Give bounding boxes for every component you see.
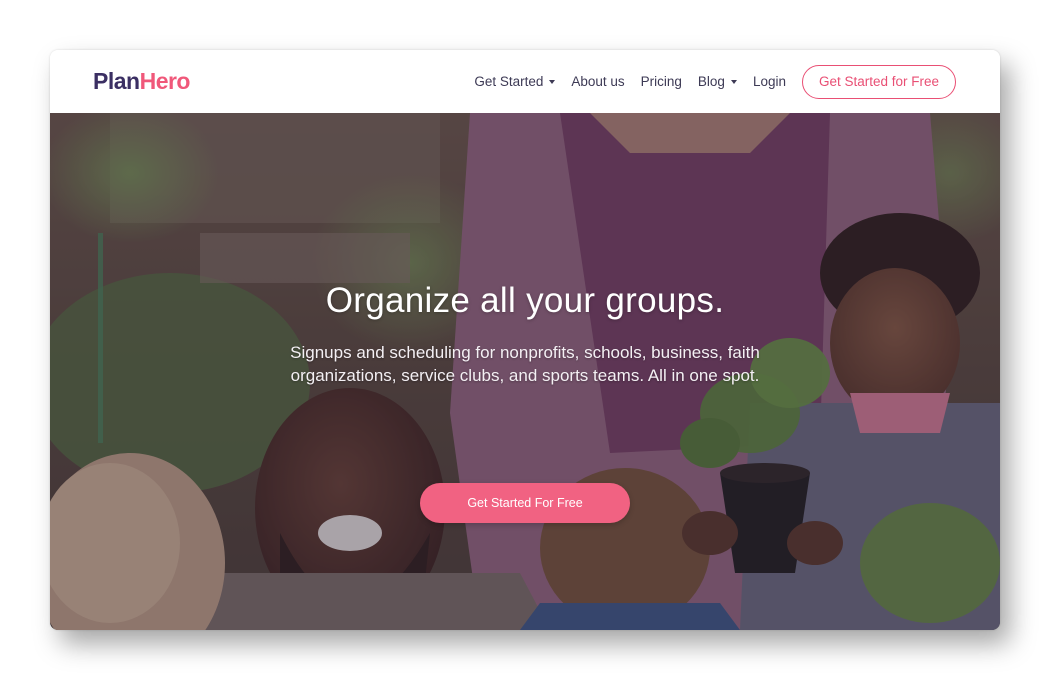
nav-item-label: About us — [571, 74, 625, 89]
caret-down-icon — [730, 80, 737, 84]
logo-text-hero: Hero — [139, 68, 191, 94]
nav-item-get-started[interactable]: Get Started — [474, 74, 556, 89]
nav-item-login[interactable]: Login — [753, 74, 786, 89]
nav-item-label: Pricing — [640, 74, 682, 89]
nav-item-pricing[interactable]: Pricing — [641, 74, 682, 89]
hero-subtitle: Signups and scheduling for nonprofits, s… — [290, 343, 760, 385]
logo-text-plan: Plan — [93, 68, 140, 94]
get-started-free-nav-button[interactable]: Get Started for Free — [802, 64, 956, 99]
nav-item-label: Blog — [697, 74, 725, 89]
top-navbar: PlanHero Get Started About us Pricing Bl… — [50, 50, 1000, 113]
nav-item-label: Login — [752, 74, 786, 89]
nav-item-blog[interactable]: Blog — [698, 74, 737, 89]
planhero-logo[interactable]: PlanHero — [93, 68, 190, 95]
nav-item-label: Get Started — [474, 74, 544, 89]
hero-title: Organize all your groups. — [325, 281, 725, 320]
nav-links: Get Started About us Pricing Blog Login … — [474, 63, 956, 100]
get-started-free-hero-button[interactable]: Get Started For Free — [420, 483, 630, 523]
nav-item-about-us[interactable]: About us — [571, 74, 624, 89]
caret-down-icon — [549, 80, 556, 84]
hero-section: Organize all your groups. Signups and sc… — [50, 113, 1000, 630]
browser-frame: PlanHero Get Started About us Pricing Bl… — [50, 50, 1000, 630]
